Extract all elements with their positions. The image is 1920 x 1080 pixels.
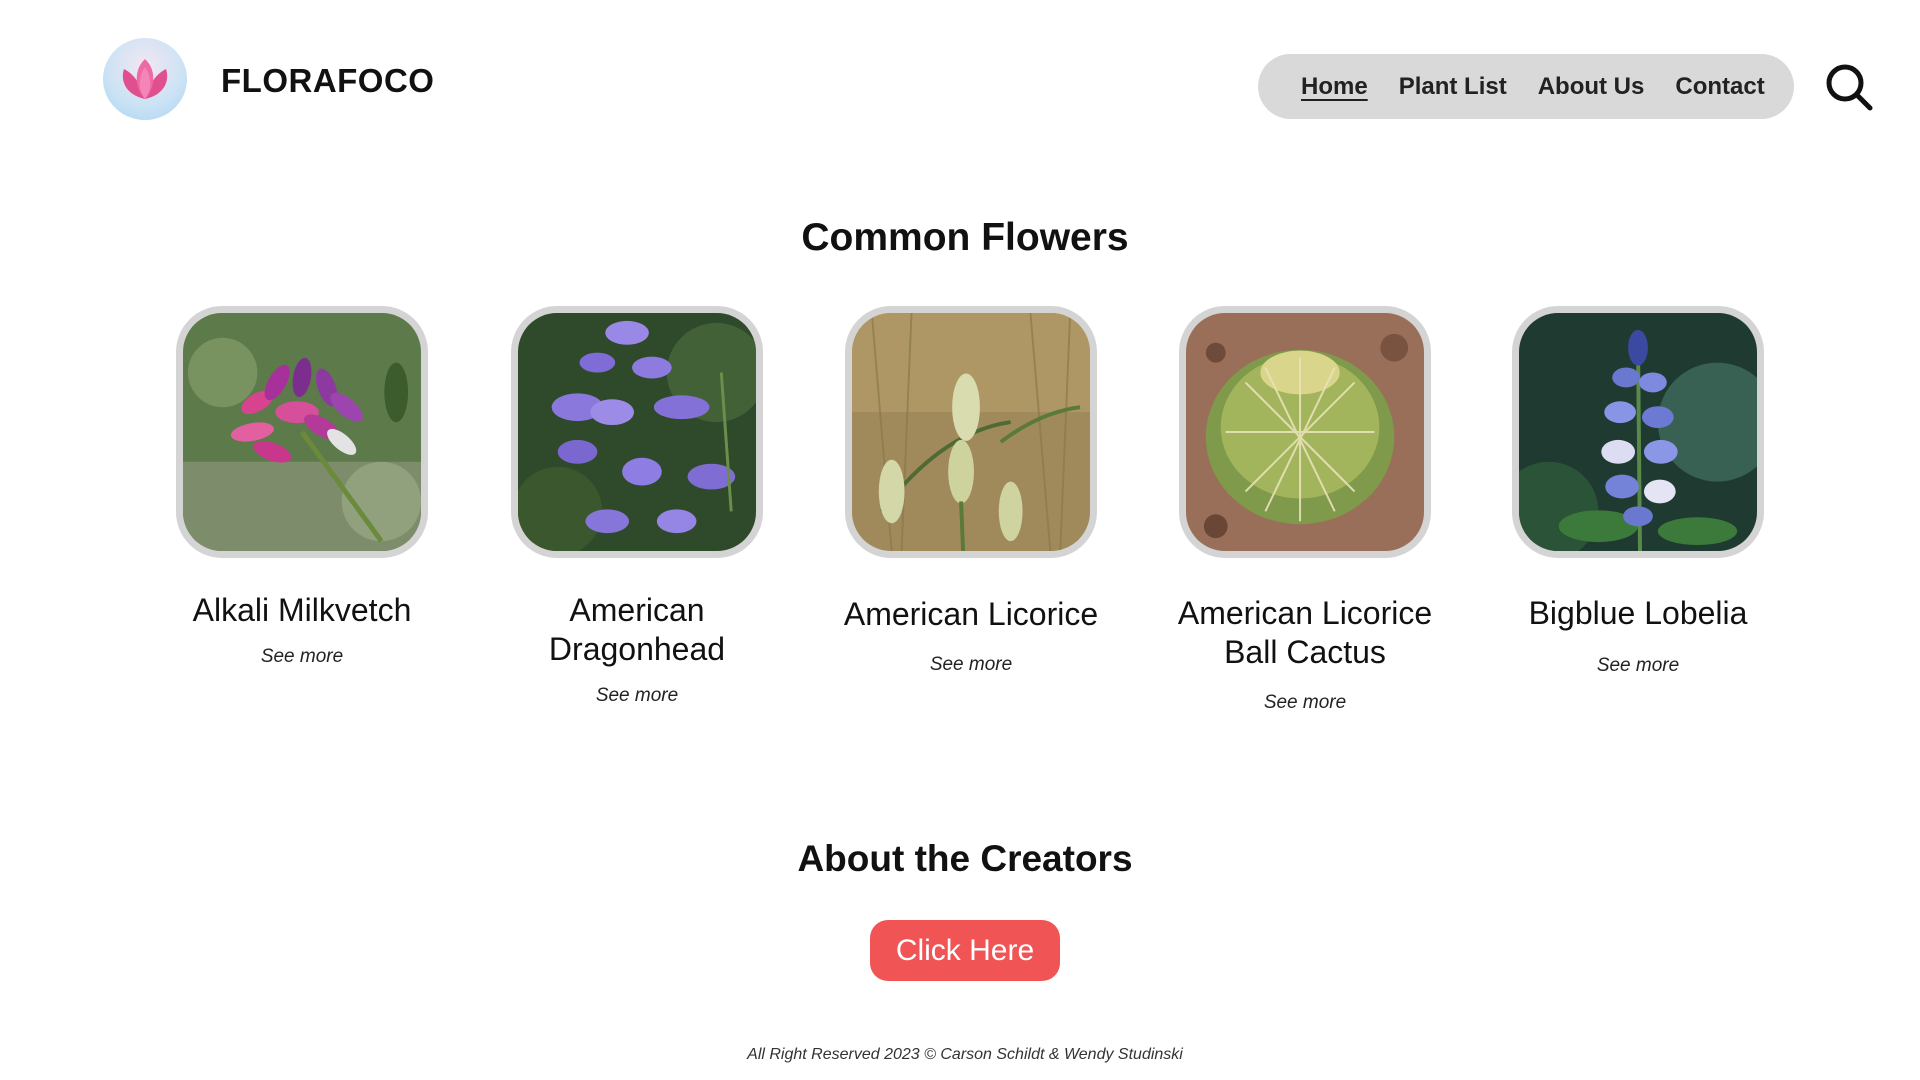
flower-name: American Dragonhead: [548, 592, 726, 667]
see-more-link[interactable]: See more: [157, 646, 447, 668]
see-more-link[interactable]: See more: [1493, 655, 1783, 677]
flower-name: Bigblue Lobelia: [1528, 595, 1748, 631]
flower-card: American Licorice Ball Cactus See more: [1159, 306, 1451, 714]
main-nav: Home Plant List About Us Contact: [1258, 54, 1794, 119]
click-here-button[interactable]: Click Here: [870, 920, 1060, 981]
see-more-link[interactable]: See more: [1159, 692, 1451, 714]
flower-card: American Licorice See more: [826, 306, 1116, 676]
flower-name: American Licorice Ball Cactus: [1177, 595, 1433, 670]
nav-contact[interactable]: Contact: [1675, 73, 1764, 101]
flower-card: American Dragonhead See more: [492, 306, 782, 707]
flower-card: Bigblue Lobelia See more: [1493, 306, 1783, 677]
see-more-link[interactable]: See more: [826, 654, 1116, 676]
nav-about-us[interactable]: About Us: [1538, 73, 1645, 101]
flower-card: Alkali Milkvetch See more: [157, 306, 447, 668]
flower-name: Alkali Milkvetch: [192, 592, 412, 628]
flower-image-american-licorice-ball-cactus[interactable]: [1179, 306, 1431, 558]
search-icon: [1826, 64, 1873, 111]
search-button[interactable]: [1824, 62, 1874, 112]
site-header: FLORAFOCO Home Plant List About Us Conta…: [0, 0, 1920, 170]
flower-image-american-licorice[interactable]: [845, 306, 1097, 558]
nav-plant-list[interactable]: Plant List: [1399, 73, 1507, 101]
flower-image-american-dragonhead[interactable]: [511, 306, 763, 558]
footer-copyright: All Right Reserved 2023 © Carson Schildt…: [747, 1046, 1183, 1063]
lotus-icon: [122, 59, 168, 99]
flower-image-bigblue-lobelia[interactable]: [1512, 306, 1764, 558]
brand-name: FLORAFOCO: [221, 62, 435, 99]
common-flowers-title: Common Flowers: [801, 216, 1129, 259]
flower-image-alkali-milkvetch[interactable]: [176, 306, 428, 558]
about-creators-title: About the Creators: [797, 838, 1133, 879]
logo[interactable]: [103, 38, 187, 120]
flower-name: American Licorice: [843, 596, 1099, 632]
nav-home[interactable]: Home: [1301, 73, 1368, 101]
see-more-link[interactable]: See more: [492, 685, 782, 707]
